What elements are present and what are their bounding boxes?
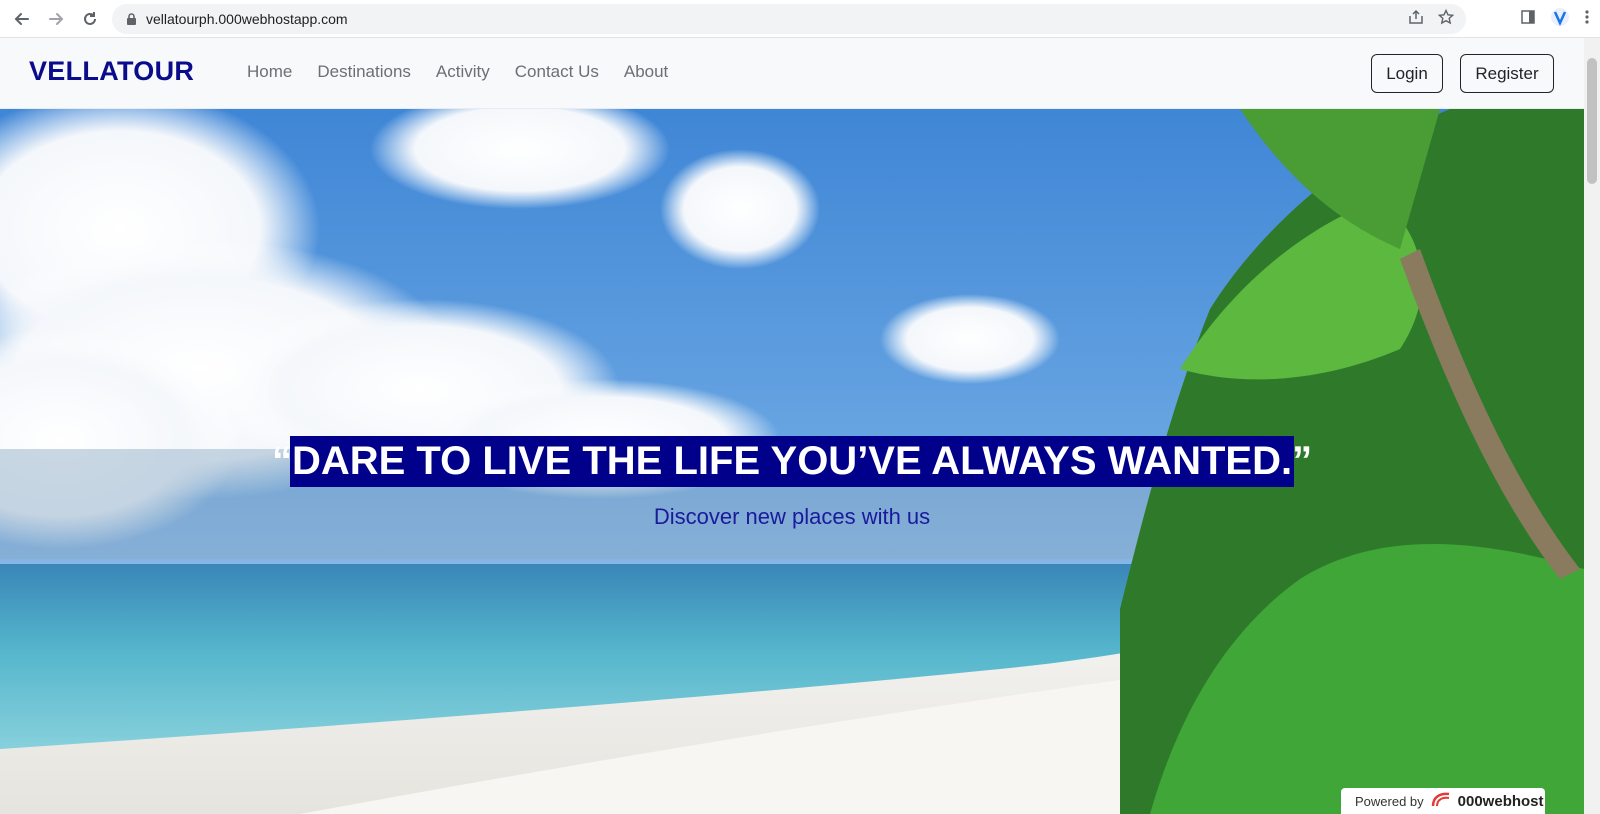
host-logo-icon bbox=[1430, 791, 1452, 812]
address-bar[interactable]: vellatourph.000webhostapp.com bbox=[112, 4, 1466, 34]
host-name: 000webhost bbox=[1457, 792, 1544, 810]
scrollbar-thumb[interactable] bbox=[1587, 58, 1597, 184]
side-panel-icon[interactable] bbox=[1520, 9, 1536, 30]
powered-by-label: Powered by bbox=[1355, 793, 1424, 809]
nav-home[interactable]: Home bbox=[247, 62, 292, 82]
hero-subheadline: Discover new places with us bbox=[653, 504, 931, 529]
hero-headline: “DARE TO LIVE THE LIFE YOU’VE ALWAYS WAN… bbox=[272, 436, 1312, 487]
bookmark-star-icon[interactable] bbox=[1437, 8, 1455, 30]
nav-activity[interactable]: Activity bbox=[436, 62, 490, 82]
browser-toolbar: vellatourph.000webhostapp.com bbox=[0, 0, 1600, 38]
lock-icon bbox=[124, 12, 138, 26]
nav-contact-us[interactable]: Contact Us bbox=[515, 62, 599, 82]
extension-icon[interactable] bbox=[1550, 7, 1570, 32]
site-navbar: VELLATOUR Home Destinations Activity Con… bbox=[0, 38, 1584, 109]
page-scrollbar[interactable] bbox=[1584, 38, 1600, 814]
back-arrow-icon[interactable] bbox=[5, 2, 39, 36]
login-button[interactable]: Login bbox=[1371, 54, 1443, 93]
main-menu: Home Destinations Activity Contact Us Ab… bbox=[247, 62, 668, 82]
brand-logo[interactable]: VELLATOUR bbox=[29, 56, 194, 87]
more-menu-icon[interactable] bbox=[1584, 9, 1590, 30]
nav-about[interactable]: About bbox=[624, 62, 668, 82]
reload-icon[interactable] bbox=[73, 2, 107, 36]
forward-arrow-icon[interactable] bbox=[39, 2, 73, 36]
powered-by-badge[interactable]: Powered by 000webhost bbox=[1341, 788, 1545, 814]
nav-destinations[interactable]: Destinations bbox=[317, 62, 411, 82]
url-text: vellatourph.000webhostapp.com bbox=[146, 11, 348, 27]
register-button[interactable]: Register bbox=[1460, 54, 1554, 93]
share-icon[interactable] bbox=[1408, 9, 1424, 30]
